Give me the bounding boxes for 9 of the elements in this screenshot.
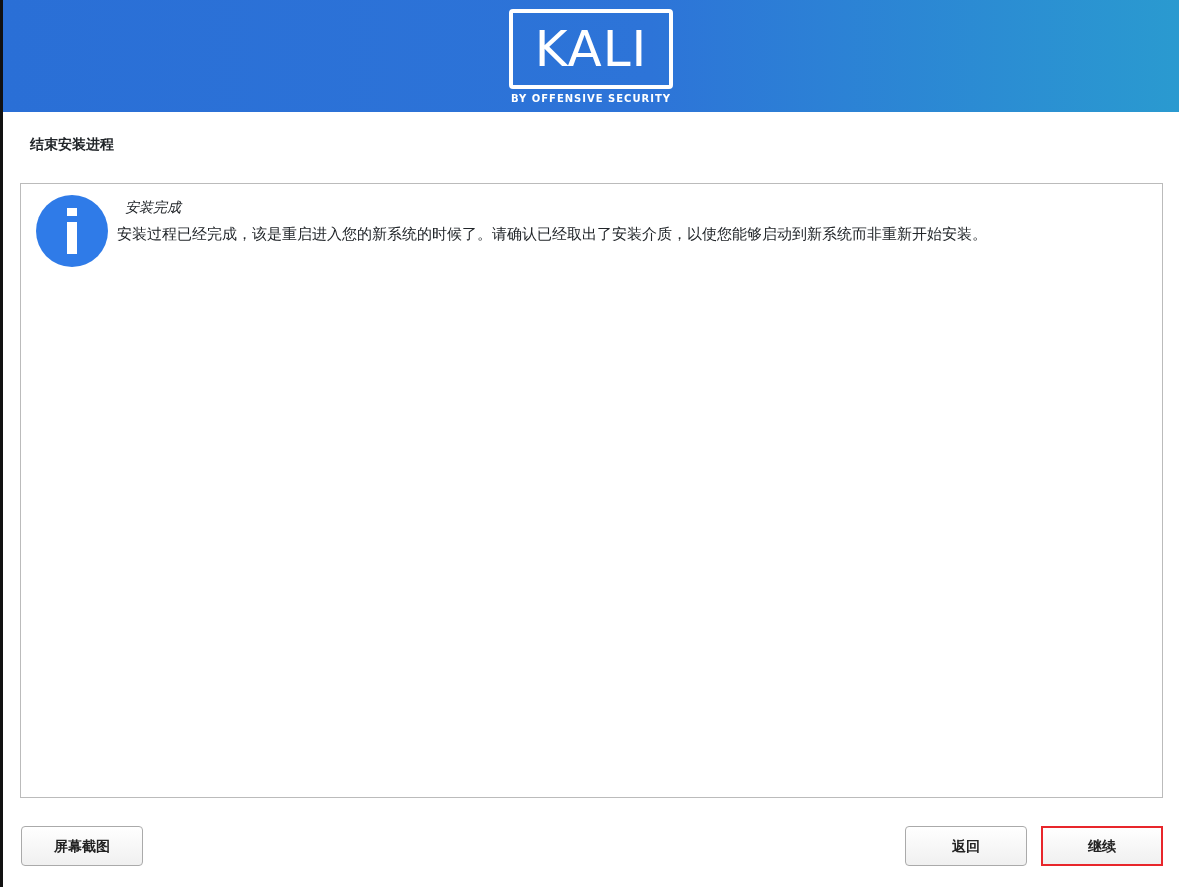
message-text: 安装过程已经完成，该是重启进入您的新系统的时候了。请确认已经取出了安装介质，以使您能够启动到新系统而非重新开始安装。: [117, 225, 987, 244]
message-title: 安装完成: [125, 198, 184, 217]
logo: KALI: [509, 9, 673, 89]
info-icon: [35, 194, 109, 268]
logo-tagline: BY OFFENSIVE SECURITY: [510, 92, 672, 106]
page-title: 结束安装进程: [29, 135, 115, 154]
dialog-button[interactable]: 返回: [905, 826, 1027, 866]
dialog-button[interactable]: 屏幕截图: [21, 826, 143, 866]
dialog-button[interactable]: 继续: [1041, 826, 1163, 866]
